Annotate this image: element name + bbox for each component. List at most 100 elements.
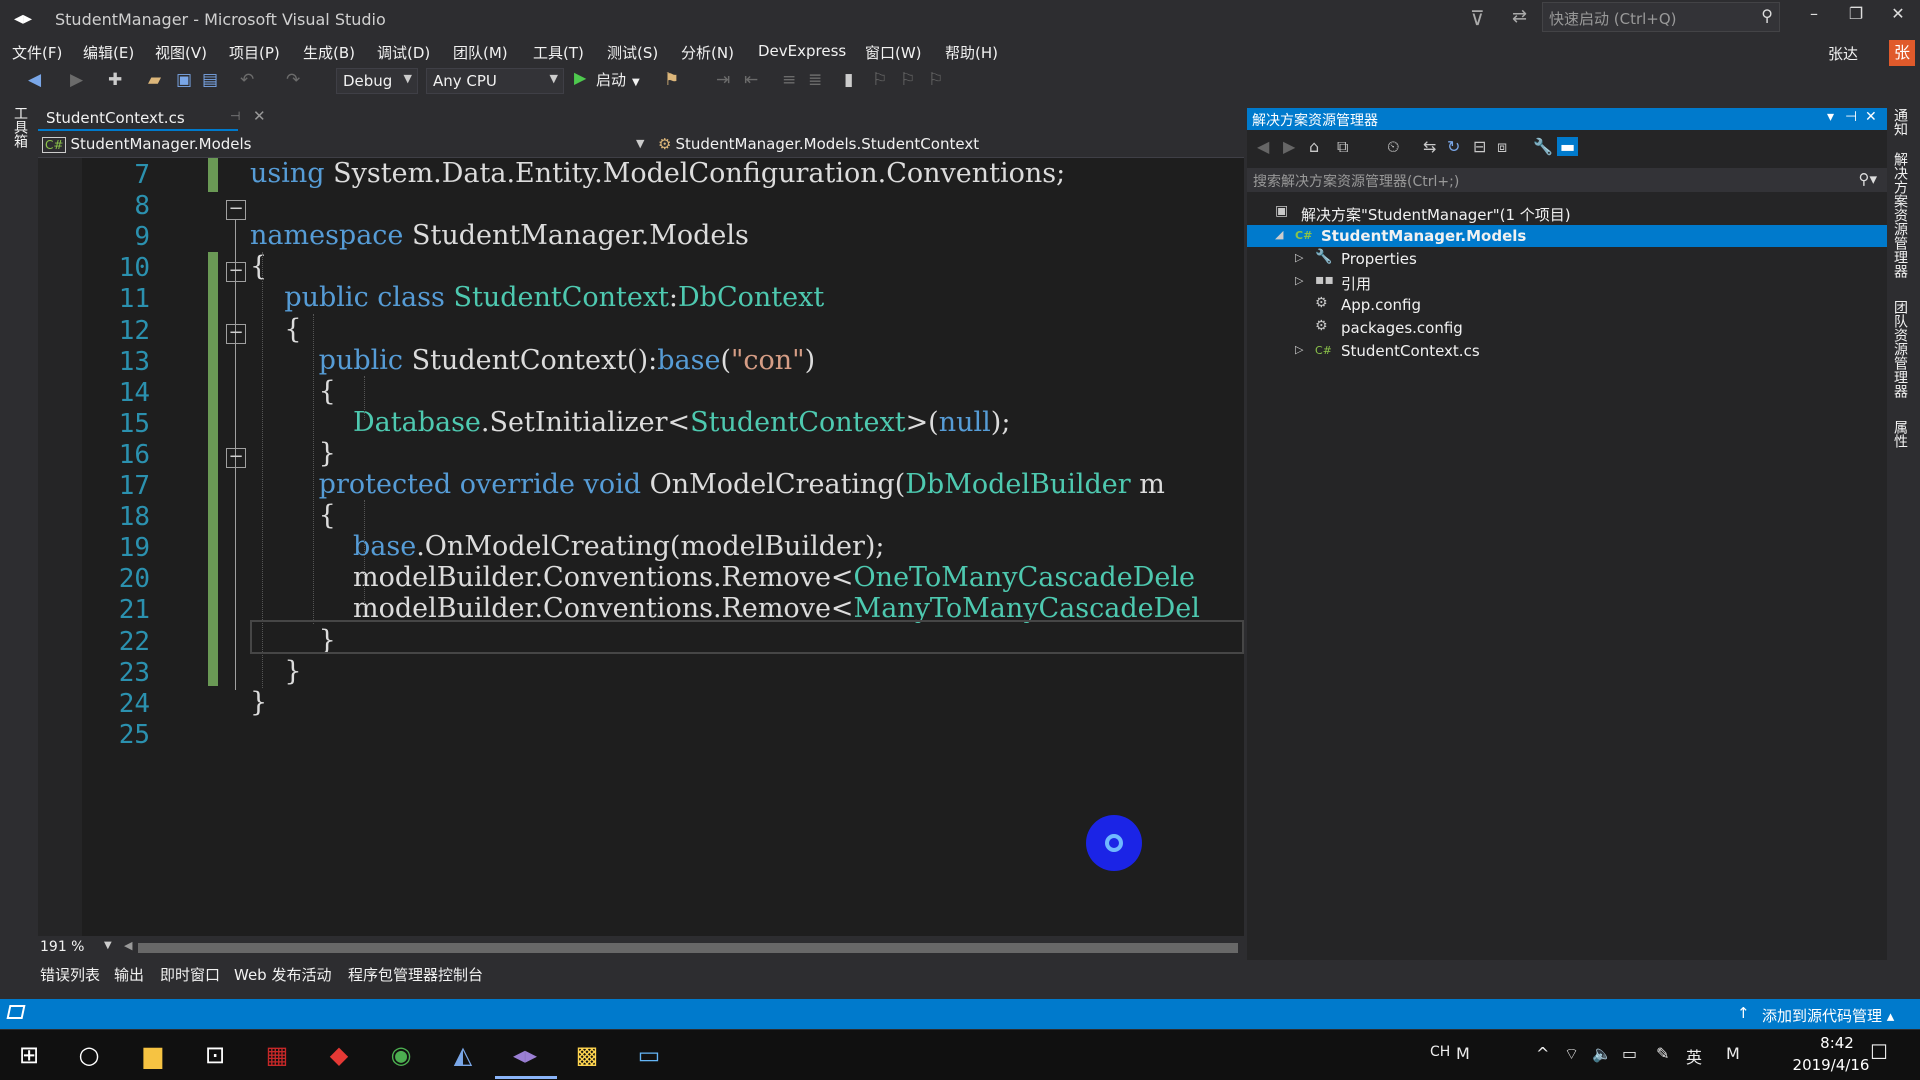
find-in-files-icon[interactable]: ⚑ [664, 70, 679, 90]
collapse-all-icon[interactable]: ⊟ [1473, 137, 1486, 156]
menu-test[interactable]: 测试(S) [607, 42, 658, 63]
tab-web-publish[interactable]: Web 发布活动 [234, 964, 331, 985]
code-line[interactable]: { [250, 314, 301, 345]
horizontal-scrollbar[interactable] [138, 943, 1238, 953]
pending-changes-icon[interactable]: ⏲ [1387, 137, 1399, 157]
comment-icon[interactable]: ≡ [782, 70, 796, 90]
pin-icon[interactable]: ⊣ [1845, 109, 1857, 125]
tab-solution-explorer[interactable]: 解决方案资源管理器 [1890, 152, 1910, 278]
tree-item[interactable]: ▷ C# StudentContext.cs [1247, 340, 1887, 362]
platform-select[interactable]: Any CPU ▼ [426, 68, 564, 94]
start-menu-icon[interactable]: ⊞ [12, 1038, 46, 1072]
preview-icon[interactable]: ▬ [1557, 137, 1579, 156]
new-project-icon[interactable]: ✚ [108, 70, 122, 90]
code-line[interactable]: namespace StudentManager.Models [250, 220, 749, 251]
tree-item[interactable]: ⚙ packages.config [1247, 317, 1887, 339]
collapsed-arrow-icon[interactable]: ▷ [1295, 343, 1303, 356]
back-icon[interactable]: ◀ [28, 70, 41, 90]
filter-icon[interactable]: ⊽ [1470, 6, 1485, 30]
open-file-icon[interactable]: ▰ [148, 70, 161, 90]
network-icon[interactable]: ⌔ [1564, 1044, 1579, 1064]
code-line[interactable]: public class StudentContext:DbContext [250, 282, 824, 313]
remote-desktop-icon[interactable]: ▭ [632, 1038, 666, 1072]
tree-item[interactable]: ▷ ▪▪ 引用 [1247, 271, 1887, 293]
wps-icon[interactable]: ◆ [322, 1038, 356, 1072]
sync-icon[interactable]: ⇆ [1423, 137, 1436, 156]
code-line[interactable]: } [250, 687, 267, 718]
menu-edit[interactable]: 编辑(E) [83, 42, 134, 63]
undo-icon[interactable]: ↶ [240, 70, 254, 90]
collapsed-arrow-icon[interactable]: ▷ [1295, 274, 1303, 287]
tab-notifications[interactable]: 通知 [1890, 108, 1910, 136]
battery-icon[interactable]: ▭ [1622, 1044, 1637, 1063]
start-button[interactable]: 启动 ▼ [572, 69, 640, 90]
uncomment-icon[interactable]: ≣ [808, 70, 822, 90]
quick-launch-input[interactable]: 快速启动 (Ctrl+Q) ⚲ [1542, 2, 1780, 32]
minimize-button[interactable]: – [1796, 4, 1832, 32]
outdent-icon[interactable]: ⇤ [744, 70, 758, 90]
tab-properties[interactable]: 属性 [1890, 420, 1910, 448]
ime-mode[interactable]: 英 [1686, 1044, 1702, 1068]
pen-icon[interactable]: ✎ [1656, 1044, 1669, 1063]
expanded-arrow-icon[interactable]: ◢ [1275, 228, 1283, 241]
avatar[interactable]: 张 [1889, 40, 1915, 66]
code-line[interactable]: modelBuilder.Conventions.Remove<OneToMan… [250, 562, 1195, 593]
notification-icon[interactable]: ☐ [1870, 1040, 1888, 1064]
tab-immediate-window[interactable]: 即时窗口 [160, 964, 220, 985]
collapse-icon[interactable]: − [226, 324, 246, 344]
search-icon[interactable]: ⚲ [1761, 6, 1773, 25]
code-line[interactable]: protected override void OnModelCreating(… [250, 469, 1165, 500]
add-to-source-control-button[interactable]: 添加到源代码管理 ▴ [1738, 1005, 1894, 1026]
collapse-icon[interactable]: − [226, 262, 246, 282]
zoom-select[interactable]: 191 % [40, 939, 114, 955]
code-line[interactable]: public StudentContext():base("con") [250, 345, 815, 376]
chevron-up-icon[interactable]: ^ [1536, 1044, 1549, 1063]
solution-search-input[interactable]: 搜索解决方案资源管理器(Ctrl+;) ⚲▾ [1247, 168, 1887, 192]
forward-icon[interactable]: ▶ [1283, 137, 1295, 156]
class-dropdown[interactable]: ⚙ StudentManager.Models.StudentContext [658, 135, 979, 153]
restore-button[interactable]: ❐ [1838, 4, 1874, 32]
tab-package-manager-console[interactable]: 程序包管理器控制台 [348, 964, 483, 985]
tree-item[interactable]: ◢ C# StudentManager.Models [1247, 225, 1887, 247]
scroll-left-icon[interactable]: ◀ [124, 939, 132, 952]
volume-icon[interactable]: 🔈 [1592, 1044, 1612, 1063]
panel-menu-icon[interactable]: ▾ [1827, 109, 1834, 125]
code-line[interactable]: { [250, 251, 267, 282]
search-icon[interactable]: ⚲▾ [1858, 170, 1877, 188]
code-line[interactable]: using System.Data.Entity.ModelConfigurat… [250, 158, 1065, 189]
home-icon[interactable]: ⌂ [1309, 137, 1319, 156]
menu-help[interactable]: 帮助(H) [945, 42, 998, 63]
cortana-search-icon[interactable]: ○ [72, 1038, 106, 1072]
tab-studentcontext[interactable]: StudentContext.cs ⊣ ✕ [38, 105, 266, 131]
save-all-icon[interactable]: ▤ [202, 70, 218, 90]
menu-tools[interactable]: 工具(T) [533, 42, 584, 63]
menu-devexpress[interactable]: DevExpress [758, 42, 846, 60]
live-share-icon[interactable]: ⇄ [1512, 6, 1527, 27]
configuration-select[interactable]: Debug ▼ [336, 68, 418, 94]
properties-icon[interactable]: 🔧 [1533, 137, 1553, 156]
close-button[interactable]: ✕ [1880, 4, 1916, 32]
tab-team-explorer[interactable]: 团队资源管理器 [1890, 300, 1910, 398]
save-icon[interactable]: ▣ [176, 70, 192, 90]
tab-output[interactable]: 输出 [114, 964, 144, 985]
file-explorer-icon[interactable]: ▆ [136, 1038, 170, 1072]
tree-item[interactable]: ⚙ App.config [1247, 294, 1887, 316]
menu-file[interactable]: 文件(F) [12, 42, 62, 63]
menu-project[interactable]: 项目(P) [229, 42, 280, 63]
prev-bookmark-icon[interactable]: ⚐ [872, 70, 887, 90]
close-icon[interactable]: ✕ [253, 107, 266, 125]
store-icon[interactable]: ⊡ [198, 1038, 232, 1072]
bird-app-icon[interactable]: ◭ [446, 1038, 480, 1072]
menu-analyze[interactable]: 分析(N) [681, 42, 734, 63]
pin-icon[interactable]: ⊣ [230, 109, 240, 123]
app-red-icon[interactable]: ▦ [260, 1038, 294, 1072]
collapsed-arrow-icon[interactable]: ▷ [1295, 251, 1303, 264]
redo-icon[interactable]: ↷ [286, 70, 300, 90]
project-dropdown[interactable]: C# StudentManager.Models [42, 135, 642, 153]
code-line[interactable]: } [250, 656, 301, 687]
collapse-icon[interactable]: − [226, 448, 246, 468]
chrome-icon[interactable]: ◉ [384, 1038, 418, 1072]
indent-icon[interactable]: ⇥ [716, 70, 730, 90]
toolbox-tab[interactable]: 工具箱 [10, 106, 30, 148]
ime-icon[interactable]: M [1456, 1044, 1470, 1063]
